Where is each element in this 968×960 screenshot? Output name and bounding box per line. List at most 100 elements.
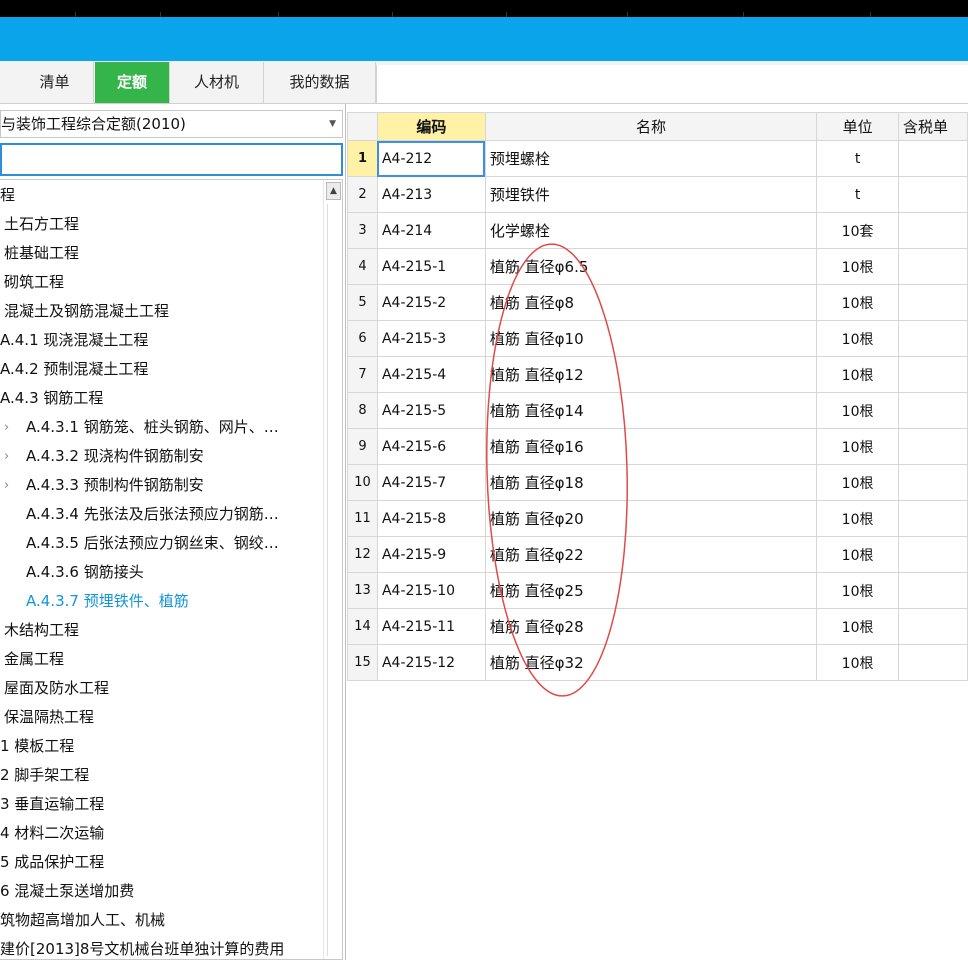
tree-item[interactable]: 砌筑工程 [4, 268, 64, 297]
cell-code[interactable]: A4-215-2 [376, 284, 486, 321]
cell-unit[interactable]: 10根 [816, 500, 899, 537]
table-row[interactable]: 7 A4-215-4 植筋 直径φ12 10根 [347, 356, 968, 393]
cell-name[interactable]: 植筋 直径φ12 [484, 356, 818, 393]
cell-unit[interactable]: t [816, 140, 899, 177]
cell-tax-price[interactable] [898, 284, 968, 321]
tree-item[interactable]: 程 [0, 181, 15, 210]
chevron-right-icon[interactable]: › [4, 413, 9, 442]
cell-tax-price[interactable] [898, 428, 968, 465]
cell-name[interactable]: 植筋 直径φ16 [484, 428, 818, 465]
cell-name[interactable]: 植筋 直径φ25 [484, 572, 818, 609]
tree-item[interactable]: 3 垂直运输工程 [0, 790, 104, 819]
cell-unit[interactable]: 10根 [816, 572, 899, 609]
cell-tax-price[interactable] [898, 356, 968, 393]
tree-item[interactable]: 保温隔热工程 [4, 703, 94, 732]
row-index[interactable]: 8 [347, 392, 378, 429]
row-index[interactable]: 2 [347, 176, 378, 213]
tree-item[interactable]: 混凝土及钢筋混凝土工程 [4, 297, 169, 326]
cell-name[interactable]: 植筋 直径φ6.5 [484, 248, 818, 285]
cell-name[interactable]: 预埋螺栓 [484, 140, 818, 177]
cell-code[interactable]: A4-213 [376, 176, 486, 213]
tree-item[interactable]: 桩基础工程 [4, 239, 79, 268]
cell-name[interactable]: 植筋 直径φ20 [484, 500, 818, 537]
row-index[interactable]: 12 [347, 536, 378, 573]
chevron-down-icon[interactable]: ▼ [329, 111, 336, 137]
cell-unit[interactable]: 10根 [816, 248, 899, 285]
tree-scrollbar[interactable]: ▲ [323, 180, 342, 959]
header-unit[interactable]: 单位 [816, 112, 899, 141]
chevron-right-icon[interactable]: › [4, 442, 9, 471]
tree-item[interactable]: 4 材料二次运输 [0, 819, 104, 848]
tree-item[interactable]: A.4.2 预制混凝土工程 [0, 355, 148, 384]
tree-item[interactable]: 5 成品保护工程 [0, 848, 104, 877]
table-row[interactable]: 11 A4-215-8 植筋 直径φ20 10根 [347, 500, 968, 537]
cell-code[interactable]: A4-215-7 [376, 464, 486, 501]
cell-tax-price[interactable] [898, 500, 968, 537]
header-tax-price[interactable]: 含税单 [898, 112, 968, 141]
header-code[interactable]: 编码 [376, 112, 486, 141]
tree-item[interactable]: 木结构工程 [4, 616, 79, 645]
cell-code[interactable]: A4-215-10 [376, 572, 486, 609]
cell-tax-price[interactable] [898, 212, 968, 249]
cell-name[interactable]: 化学螺栓 [484, 212, 818, 249]
table-row[interactable]: 4 A4-215-1 植筋 直径φ6.5 10根 [347, 248, 968, 285]
cell-tax-price[interactable] [898, 320, 968, 357]
cell-tax-price[interactable] [898, 464, 968, 501]
cell-unit[interactable]: 10根 [816, 392, 899, 429]
row-index[interactable]: 4 [347, 248, 378, 285]
tree-item[interactable]: 建价[2013]8号文机械台班单独计算的费用 [0, 935, 284, 959]
scroll-track[interactable] [327, 204, 339, 956]
cell-code[interactable]: A4-215-9 [376, 536, 486, 573]
tree-item[interactable]: A.4.3 钢筋工程 [0, 384, 103, 413]
tree-item[interactable]: 土石方工程 [4, 210, 79, 239]
cell-tax-price[interactable] [898, 176, 968, 213]
cell-unit[interactable]: 10根 [816, 428, 899, 465]
row-index[interactable]: 10 [347, 464, 378, 501]
tab-my-data[interactable]: 我的数据 [264, 62, 376, 103]
cell-unit[interactable]: t [816, 176, 899, 213]
cell-name[interactable]: 植筋 直径φ10 [484, 320, 818, 357]
tab-quota[interactable]: 定额 [95, 62, 170, 103]
table-row[interactable]: 9 A4-215-6 植筋 直径φ16 10根 [347, 428, 968, 465]
cell-name[interactable]: 植筋 直径φ32 [484, 644, 818, 681]
table-row[interactable]: 15 A4-215-12 植筋 直径φ32 10根 [347, 644, 968, 681]
cell-code[interactable]: A4-212 [376, 140, 486, 177]
row-index[interactable]: 5 [347, 284, 378, 321]
table-row[interactable]: 10 A4-215-7 植筋 直径φ18 10根 [347, 464, 968, 501]
cell-code[interactable]: A4-215-6 [376, 428, 486, 465]
cell-name[interactable]: 预埋铁件 [484, 176, 818, 213]
tree-item[interactable]: A.4.3.6 钢筋接头 [26, 558, 144, 587]
cell-code[interactable]: A4-215-11 [376, 608, 486, 645]
cell-unit[interactable]: 10根 [816, 644, 899, 681]
table-row[interactable]: 1 A4-212 预埋螺栓 t [347, 140, 968, 177]
row-index[interactable]: 15 [347, 644, 378, 681]
cell-code[interactable]: A4-215-1 [376, 248, 486, 285]
cell-name[interactable]: 植筋 直径φ18 [484, 464, 818, 501]
cell-name[interactable]: 植筋 直径φ8 [484, 284, 818, 321]
tree-item[interactable]: 6 混凝土泵送增加费 [0, 877, 134, 906]
cell-tax-price[interactable] [898, 248, 968, 285]
row-index[interactable]: 13 [347, 572, 378, 609]
cell-unit[interactable]: 10根 [816, 284, 899, 321]
tree-item[interactable]: A.4.3.7 预埋铁件、植筋 [26, 587, 189, 616]
tree-item[interactable]: A.4.3.5 后张法预应力钢丝束、钢绞… [26, 529, 279, 558]
cell-unit[interactable]: 10根 [816, 608, 899, 645]
tree-item[interactable]: › A.4.3.3 预制构件钢筋制安 [4, 471, 204, 500]
table-row[interactable]: 2 A4-213 预埋铁件 t [347, 176, 968, 213]
cell-unit[interactable]: 10根 [816, 356, 899, 393]
table-row[interactable]: 12 A4-215-9 植筋 直径φ22 10根 [347, 536, 968, 573]
cell-name[interactable]: 植筋 直径φ22 [484, 536, 818, 573]
row-index[interactable]: 9 [347, 428, 378, 465]
tree-item[interactable]: 金属工程 [4, 645, 64, 674]
cell-unit[interactable]: 10套 [816, 212, 899, 249]
cell-tax-price[interactable] [898, 536, 968, 573]
row-index[interactable]: 1 [347, 140, 378, 177]
cell-unit[interactable]: 10根 [816, 536, 899, 573]
cell-unit[interactable]: 10根 [816, 320, 899, 357]
cell-code[interactable]: A4-215-8 [376, 500, 486, 537]
cell-unit[interactable]: 10根 [816, 464, 899, 501]
tree-item[interactable]: › A.4.3.2 现浇构件钢筋制安 [4, 442, 204, 471]
row-index[interactable]: 3 [347, 212, 378, 249]
tree-item[interactable]: 屋面及防水工程 [4, 674, 109, 703]
row-index[interactable]: 11 [347, 500, 378, 537]
